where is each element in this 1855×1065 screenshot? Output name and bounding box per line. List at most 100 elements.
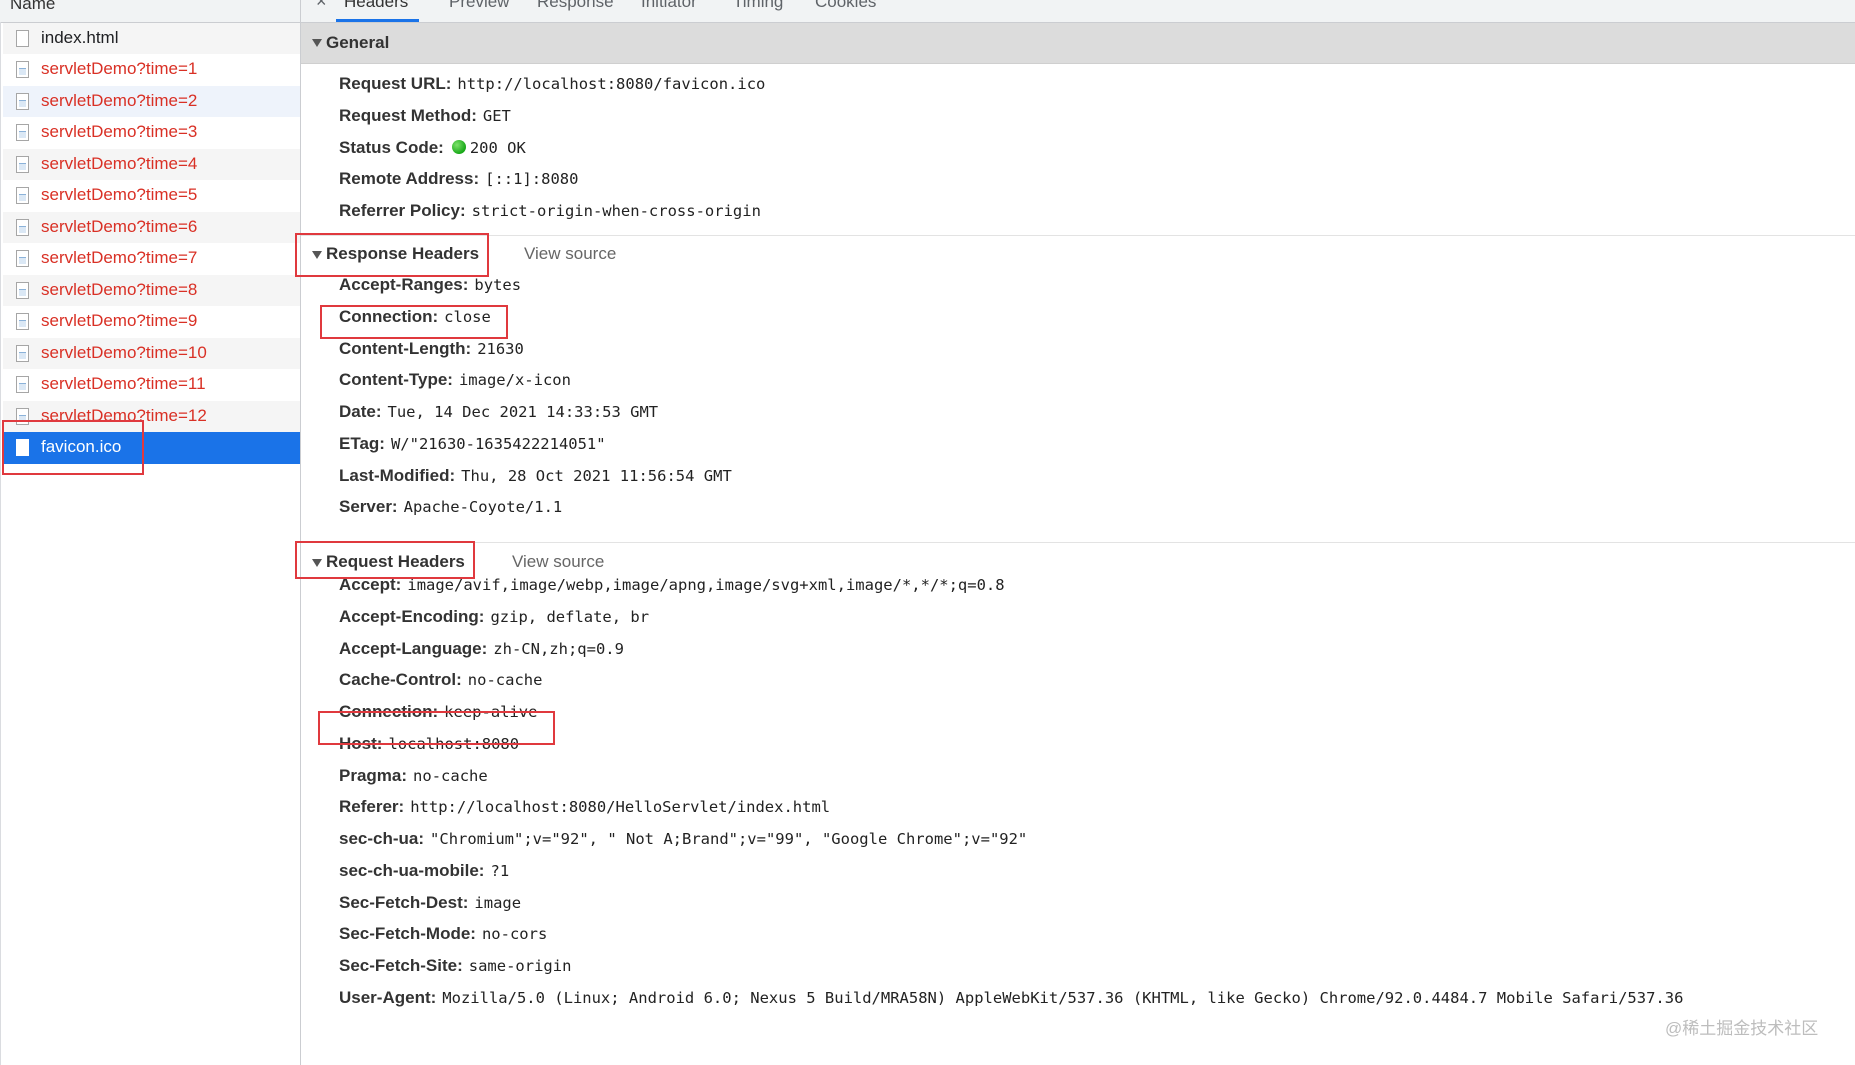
header-row: Last-Modified: Thu, 28 Oct 2021 11:56:54 … [339, 466, 732, 486]
header-row: Request Method: GET [339, 106, 511, 126]
header-row: Request URL: http://localhost:8080/favico… [339, 74, 765, 94]
header-value: gzip, deflate, br [490, 607, 650, 626]
header-row: Date: Tue, 14 Dec 2021 14:33:53 GMT [339, 402, 658, 422]
header-row: Accept: image/avif,image/webp,image/apng,… [339, 575, 1005, 595]
watermark: @稀土掘金技术社区 [1665, 1019, 1819, 1038]
request-row[interactable]: servletDemo?time=12 [3, 400, 300, 432]
header-row: Content-Type: image/x-icon [339, 370, 571, 390]
file-icon [16, 187, 29, 204]
header-value: image/avif,image/webp,image/apng,image/s… [407, 576, 1005, 594]
header-row: Sec-Fetch-Mode: no-cors [339, 924, 547, 944]
header-value: W/"21630-1635422214051" [390, 434, 606, 453]
header-key: ETag: [339, 433, 385, 453]
tab-timing[interactable]: Timing [733, 0, 783, 12]
file-icon [16, 281, 29, 299]
general-section-header[interactable]: General [301, 23, 1855, 64]
header-key: Host: [339, 733, 383, 753]
header-key: Request Method: [339, 105, 477, 125]
request-row[interactable]: servletDemo?time=4 [3, 148, 300, 180]
request-row[interactable]: index.html [3, 22, 300, 54]
header-row: Accept-Language: zh-CN,zh;q=0.9 [339, 639, 624, 659]
header-key: Cache-Control: [339, 670, 462, 690]
request-row[interactable]: favicon.ico [3, 432, 300, 464]
header-value: Apache-Coyote/1.1 [403, 498, 563, 517]
details-tabbar: × Headers Preview Response Initiator Tim… [301, 0, 1855, 23]
request-name: favicon.ico [41, 437, 122, 456]
header-value: no-cache [413, 766, 488, 785]
request-name: servletDemo?time=5 [41, 185, 198, 204]
header-value: "Chromium";v="92", " Not A;Brand";v="99"… [430, 830, 1028, 848]
header-key: Sec-Fetch-Site: [339, 956, 463, 975]
request-headers-title: Request Headers [326, 552, 465, 571]
header-row: Pragma: no-cache [339, 766, 488, 786]
tab-cookies[interactable]: Cookies [815, 0, 876, 12]
status-ok-dot-icon [451, 139, 466, 154]
tab-preview[interactable]: Preview [449, 0, 509, 12]
header-row: Referer: http://localhost:8080/HelloServl… [339, 797, 830, 817]
request-row[interactable]: servletDemo?time=10 [3, 337, 300, 369]
tab-response[interactable]: Response [537, 0, 614, 12]
request-row[interactable]: servletDemo?time=11 [3, 369, 300, 401]
header-value: no-cache [467, 671, 543, 690]
request-name: servletDemo?time=10 [41, 342, 207, 362]
header-key: Server: [339, 497, 398, 517]
active-tab-indicator [336, 19, 419, 22]
header-key: sec-ch-ua: [339, 829, 425, 848]
section-divider [301, 235, 1855, 236]
header-value: bytes [474, 276, 522, 294]
request-row[interactable]: servletDemo?time=5 [3, 180, 300, 212]
tab-initiator[interactable]: Initiator [641, 0, 697, 12]
header-value: GET [482, 106, 511, 125]
file-icon [16, 376, 29, 393]
request-row[interactable]: servletDemo?time=2 [3, 85, 300, 117]
request-name: index.html [41, 27, 119, 47]
header-value: Mozilla/5.0 (Linux; Android 6.0; Nexus 5… [442, 988, 1684, 1007]
header-row: sec-ch-ua: "Chromium";v="92", " Not A;Bra… [339, 829, 1027, 849]
file-icon [16, 439, 29, 456]
header-value: keep-alive [444, 703, 538, 721]
header-value: no-cors [481, 925, 548, 944]
header-key: Status Code: [339, 137, 444, 157]
request-name: servletDemo?time=3 [41, 122, 198, 141]
header-value: ?1 [490, 861, 510, 880]
request-name: servletDemo?time=4 [41, 153, 198, 173]
request-row[interactable]: servletDemo?time=3 [3, 117, 300, 149]
header-key: Request URL: [339, 74, 452, 93]
file-icon [16, 313, 29, 330]
request-row[interactable]: servletDemo?time=1 [3, 54, 300, 86]
request-list: index.html servletDemo?time=1 servletDemo?… [0, 22, 300, 1065]
header-key: Referrer Policy: [339, 201, 466, 220]
header-key: Content-Type: [339, 370, 453, 390]
tab-headers[interactable]: Headers [344, 0, 408, 12]
file-icon [16, 218, 29, 236]
header-value: [::1]:8080 [485, 170, 579, 189]
header-value: 21630 [477, 339, 524, 358]
request-row[interactable]: servletDemo?time=7 [3, 243, 300, 275]
request-name: servletDemo?time=7 [41, 248, 198, 267]
header-value: http://localhost:8080/favicon.ico [457, 75, 766, 93]
request-row[interactable]: servletDemo?time=8 [3, 274, 300, 306]
header-row: sec-ch-ua-mobile: ?1 [339, 861, 509, 881]
request-row[interactable]: servletDemo?time=9 [3, 306, 300, 338]
request-name: servletDemo?time=12 [41, 405, 207, 425]
section-divider [301, 542, 1855, 543]
header-row: Content-Length: 21630 [339, 339, 524, 359]
header-value: strict-origin-when-cross-origin [471, 202, 761, 220]
request-list-panel: Name index.html servletDemo?time=1 servlet… [0, 0, 301, 1065]
header-row: Host: localhost:8080 [339, 734, 519, 754]
header-row: Connection: keep-alive [339, 702, 537, 722]
response-view-source-link[interactable]: View source [524, 244, 616, 264]
header-row: Remote Address: [::1]:8080 [339, 169, 578, 189]
header-value: close [444, 307, 491, 326]
name-column-header[interactable]: Name [0, 0, 300, 23]
header-row: ETag: W/"21630-1635422214051" [339, 434, 606, 454]
header-value: image/x-icon [458, 371, 571, 390]
file-icon [16, 92, 29, 110]
header-key: Remote Address: [339, 169, 480, 189]
close-icon[interactable]: × [316, 0, 327, 12]
request-view-source-link[interactable]: View source [512, 552, 604, 572]
header-row: Cache-Control: no-cache [339, 670, 542, 690]
header-key: Connection: [339, 702, 439, 721]
request-details-panel: × Headers Preview Response Initiator Tim… [301, 0, 1855, 1065]
request-row[interactable]: servletDemo?time=6 [3, 211, 300, 243]
